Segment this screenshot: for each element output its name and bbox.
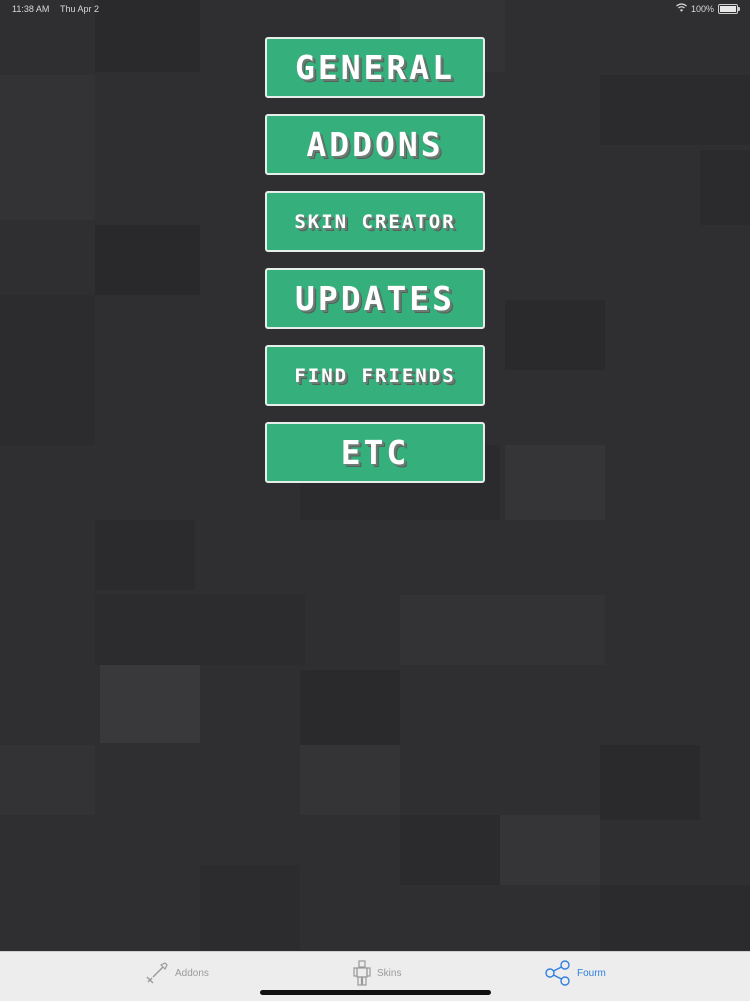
updates-button[interactable]: UPDATES [265,268,485,329]
tab-fourm[interactable]: Fourm [545,958,606,988]
status-right: 100% [676,3,740,14]
tab-addons[interactable]: Addons [145,958,209,988]
shovel-icon [145,961,169,985]
tab-skins[interactable]: Skins [353,958,401,988]
tab-fourm-label: Fourm [577,967,606,979]
general-button[interactable]: GENERAL [265,37,485,98]
home-indicator [260,990,491,995]
etc-button[interactable]: ETC [265,422,485,483]
forum-menu: GENERAL ADDONS SKIN CREATOR UPDATES FIND… [265,37,485,499]
status-bar: 11:38 AM Thu Apr 2 100% [0,0,750,18]
find-friends-button[interactable]: FIND FRIENDS [265,345,485,406]
tab-addons-label: Addons [175,967,209,979]
tab-skins-label: Skins [377,967,402,979]
wifi-icon [676,3,687,14]
status-time: 11:38 AM [12,4,50,14]
status-date: Thu Apr 2 [60,4,100,14]
skin-creator-button[interactable]: SKIN CREATOR [265,191,485,252]
person-icon [353,960,371,986]
battery-percent: 100% [690,3,714,14]
share-icon [545,960,571,986]
battery-icon [718,3,740,14]
addons-button[interactable]: ADDONS [265,114,485,175]
